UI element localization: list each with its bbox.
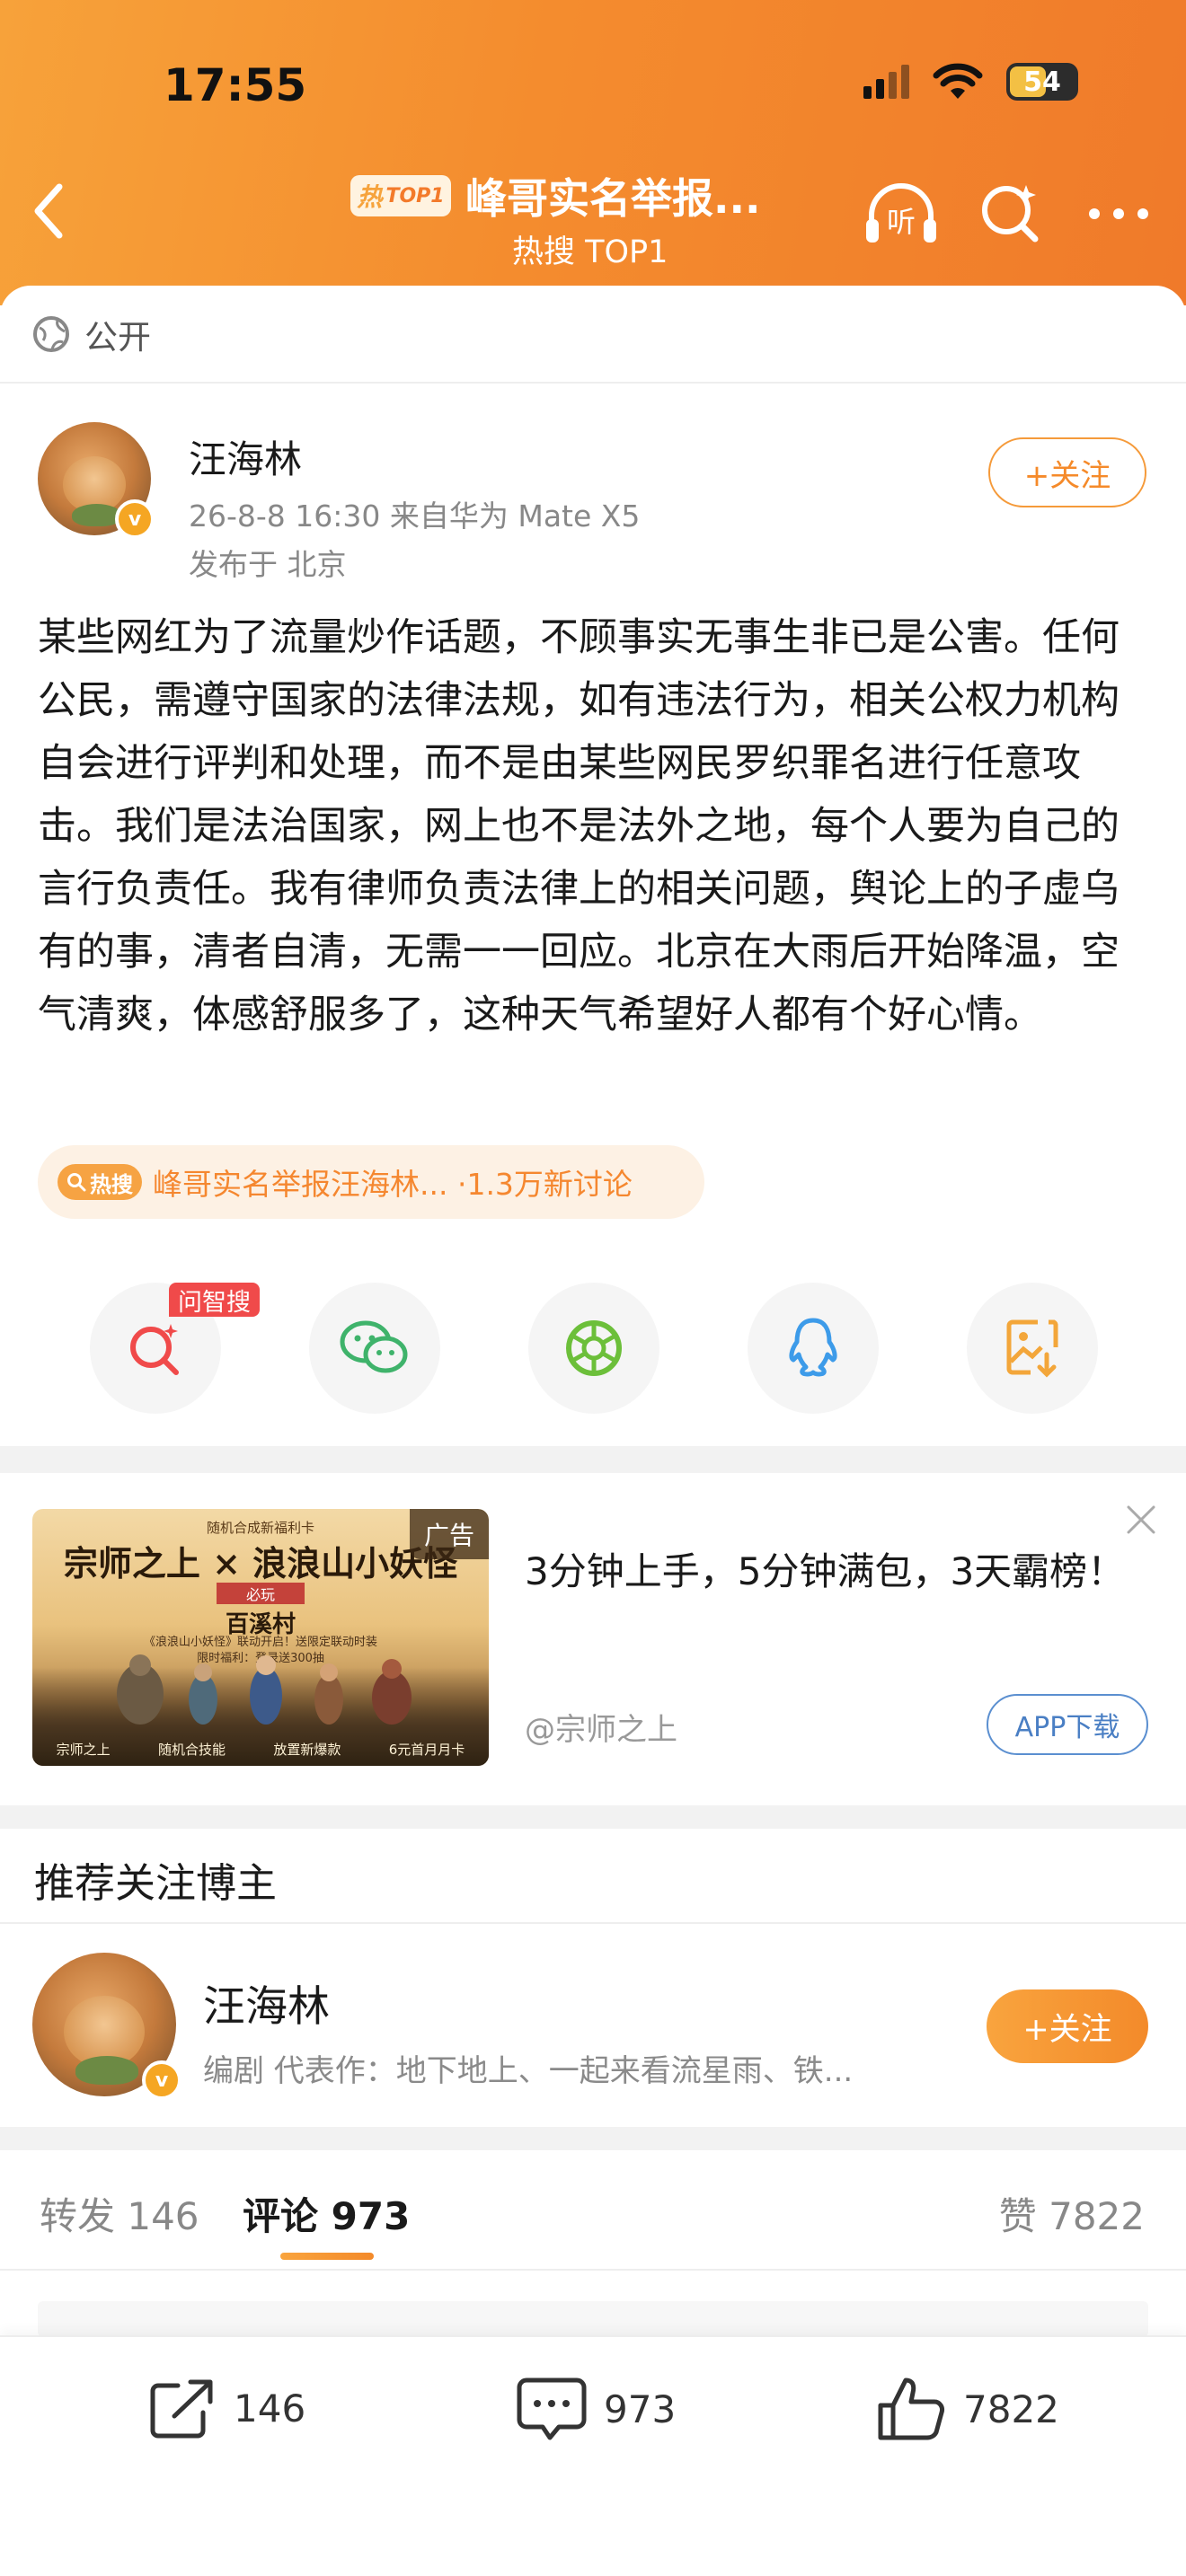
ad-image-small-1: 《浪浪山小妖怪》联动开启！送限定联动时装: [143, 1636, 377, 1649]
repost-icon: [150, 2379, 213, 2439]
ad-characters-illustration: [117, 1654, 412, 1725]
section-separator: [0, 2127, 1186, 2150]
verified-badge: v: [115, 499, 155, 539]
ad-source: @宗师之上: [525, 1712, 677, 1748]
divider: [0, 1922, 1186, 1924]
tab-comment[interactable]: 评论 973: [243, 2186, 410, 2241]
app-download-button[interactable]: APP下载: [987, 1694, 1148, 1755]
ad-image-ribbon: 必玩: [217, 1583, 305, 1604]
recommend-section-title: 推荐关注博主: [34, 1859, 278, 1907]
signal-icon: [863, 65, 909, 99]
close-icon[interactable]: [1123, 1502, 1159, 1538]
topic-hot-badge: 热搜: [58, 1164, 142, 1200]
recommend-name[interactable]: 汪海林: [203, 1972, 330, 2033]
ad-image[interactable]: 随机合成新福利卡 宗师之上 × 浪浪山小妖怪 必玩 百溪村 《浪浪山小妖怪》联动…: [32, 1509, 489, 1766]
status-time: 17:55: [164, 59, 307, 111]
comment-preview: [38, 2301, 1148, 2337]
active-tab-indicator: [280, 2253, 374, 2260]
back-icon[interactable]: [27, 180, 72, 243]
like-button[interactable]: 7822: [875, 2375, 1059, 2443]
like-count: 7822: [963, 2386, 1059, 2431]
page-title: 峰哥实名举报...: [465, 174, 761, 223]
wifi-icon: [933, 63, 983, 99]
post-location: 发布于 北京: [189, 547, 347, 582]
hot-rank: TOP1: [385, 184, 445, 207]
ad-image-bottom-3: 放置新爆款: [273, 1742, 341, 1758]
listen-button[interactable]: 听: [863, 180, 940, 250]
author-name[interactable]: 汪海林: [189, 429, 302, 484]
ai-search-icon: [130, 1324, 179, 1375]
search-icon[interactable]: [979, 180, 1042, 246]
ad-image-bottom-4: 6元首月月卡: [388, 1742, 465, 1758]
header-bar: 17:55 54 热 TOP1 峰哥实名举报... 热搜 TOP1 听: [0, 0, 1186, 305]
recommend-follow-button[interactable]: +关注: [987, 1989, 1148, 2063]
save-image-button[interactable]: [967, 1283, 1098, 1414]
title-group[interactable]: 热 TOP1 峰哥实名举报...: [350, 166, 760, 225]
tab-like[interactable]: 赞 7822: [999, 2186, 1145, 2241]
tab-repost[interactable]: 转发 146: [40, 2186, 199, 2241]
divider: [0, 382, 1186, 384]
status-icons: 54: [863, 63, 1078, 101]
repost-count: 146: [234, 2386, 306, 2430]
ad-image-bottom: 宗师之上 随机合技能 放置新爆款 6元首月月卡: [32, 1740, 489, 1759]
search-small-icon: [67, 1173, 86, 1192]
topic-text: 峰哥实名举报汪海林... ·1.3万新讨论: [153, 1167, 633, 1202]
comment-count: 973: [604, 2386, 677, 2431]
topic-hot-label: 热搜: [90, 1171, 133, 1197]
repost-button[interactable]: 146: [147, 2375, 305, 2441]
post-meta: 26-8-8 16:30 来自华为 Mate X5: [189, 498, 641, 534]
share-wechat-button[interactable]: [309, 1283, 440, 1414]
share-moments-button[interactable]: [528, 1283, 659, 1414]
divider: [0, 2269, 1186, 2271]
more-icon[interactable]: [1087, 180, 1150, 246]
post-body: 某些网红为了流量炒作话题，不顾事实无事生非已是公害。任何公民，需遵守国家的法律法…: [38, 615, 1120, 1037]
battery-icon: 54: [1006, 63, 1078, 101]
hot-char: 热: [357, 182, 383, 212]
share-qq-button[interactable]: [748, 1283, 879, 1414]
recommend-description: 编剧 代表作：地下地上、一起来看流星雨、铁...: [203, 2053, 854, 2089]
listen-label: 听: [887, 205, 916, 239]
hot-topic-link[interactable]: 热搜 峰哥实名举报汪海林... ·1.3万新讨论: [38, 1145, 704, 1219]
follow-button[interactable]: +关注: [988, 437, 1146, 507]
hot-search-badge: 热 TOP1: [350, 175, 451, 216]
headphones-icon: 听: [866, 183, 936, 243]
interaction-tabs: 转发 146 评论 973 赞 7822: [0, 2165, 1186, 2263]
thumbs-up-icon: [878, 2378, 944, 2440]
visibility-label: 公开: [84, 318, 151, 357]
visibility-indicator: 公开: [32, 310, 151, 358]
page-subtitle: 热搜 TOP1: [512, 234, 668, 270]
comment-button[interactable]: 973: [516, 2375, 676, 2443]
ad-image-bottom-1: 宗师之上: [56, 1742, 111, 1758]
globe-icon: [33, 316, 69, 352]
section-separator: [0, 1446, 1186, 1473]
verified-badge: v: [142, 2060, 181, 2100]
moments-icon: [566, 1320, 622, 1376]
ad-image-bottom-2: 随机合技能: [158, 1742, 226, 1758]
comment-icon: [517, 2378, 587, 2440]
ask-search-badge: 问智搜: [169, 1283, 260, 1317]
battery-level: 54: [1023, 66, 1061, 98]
ad-headline[interactable]: 3分钟上手，5分钟满包，3天霸榜！: [525, 1545, 1136, 1599]
ad-tag: 广告: [410, 1509, 489, 1559]
section-separator: [0, 1805, 1186, 1829]
bottom-action-bar: 146 973 7822: [0, 2335, 1186, 2576]
image-download-icon: [1006, 1319, 1058, 1378]
qq-icon: [789, 1318, 837, 1377]
wechat-icon: [340, 1320, 408, 1373]
